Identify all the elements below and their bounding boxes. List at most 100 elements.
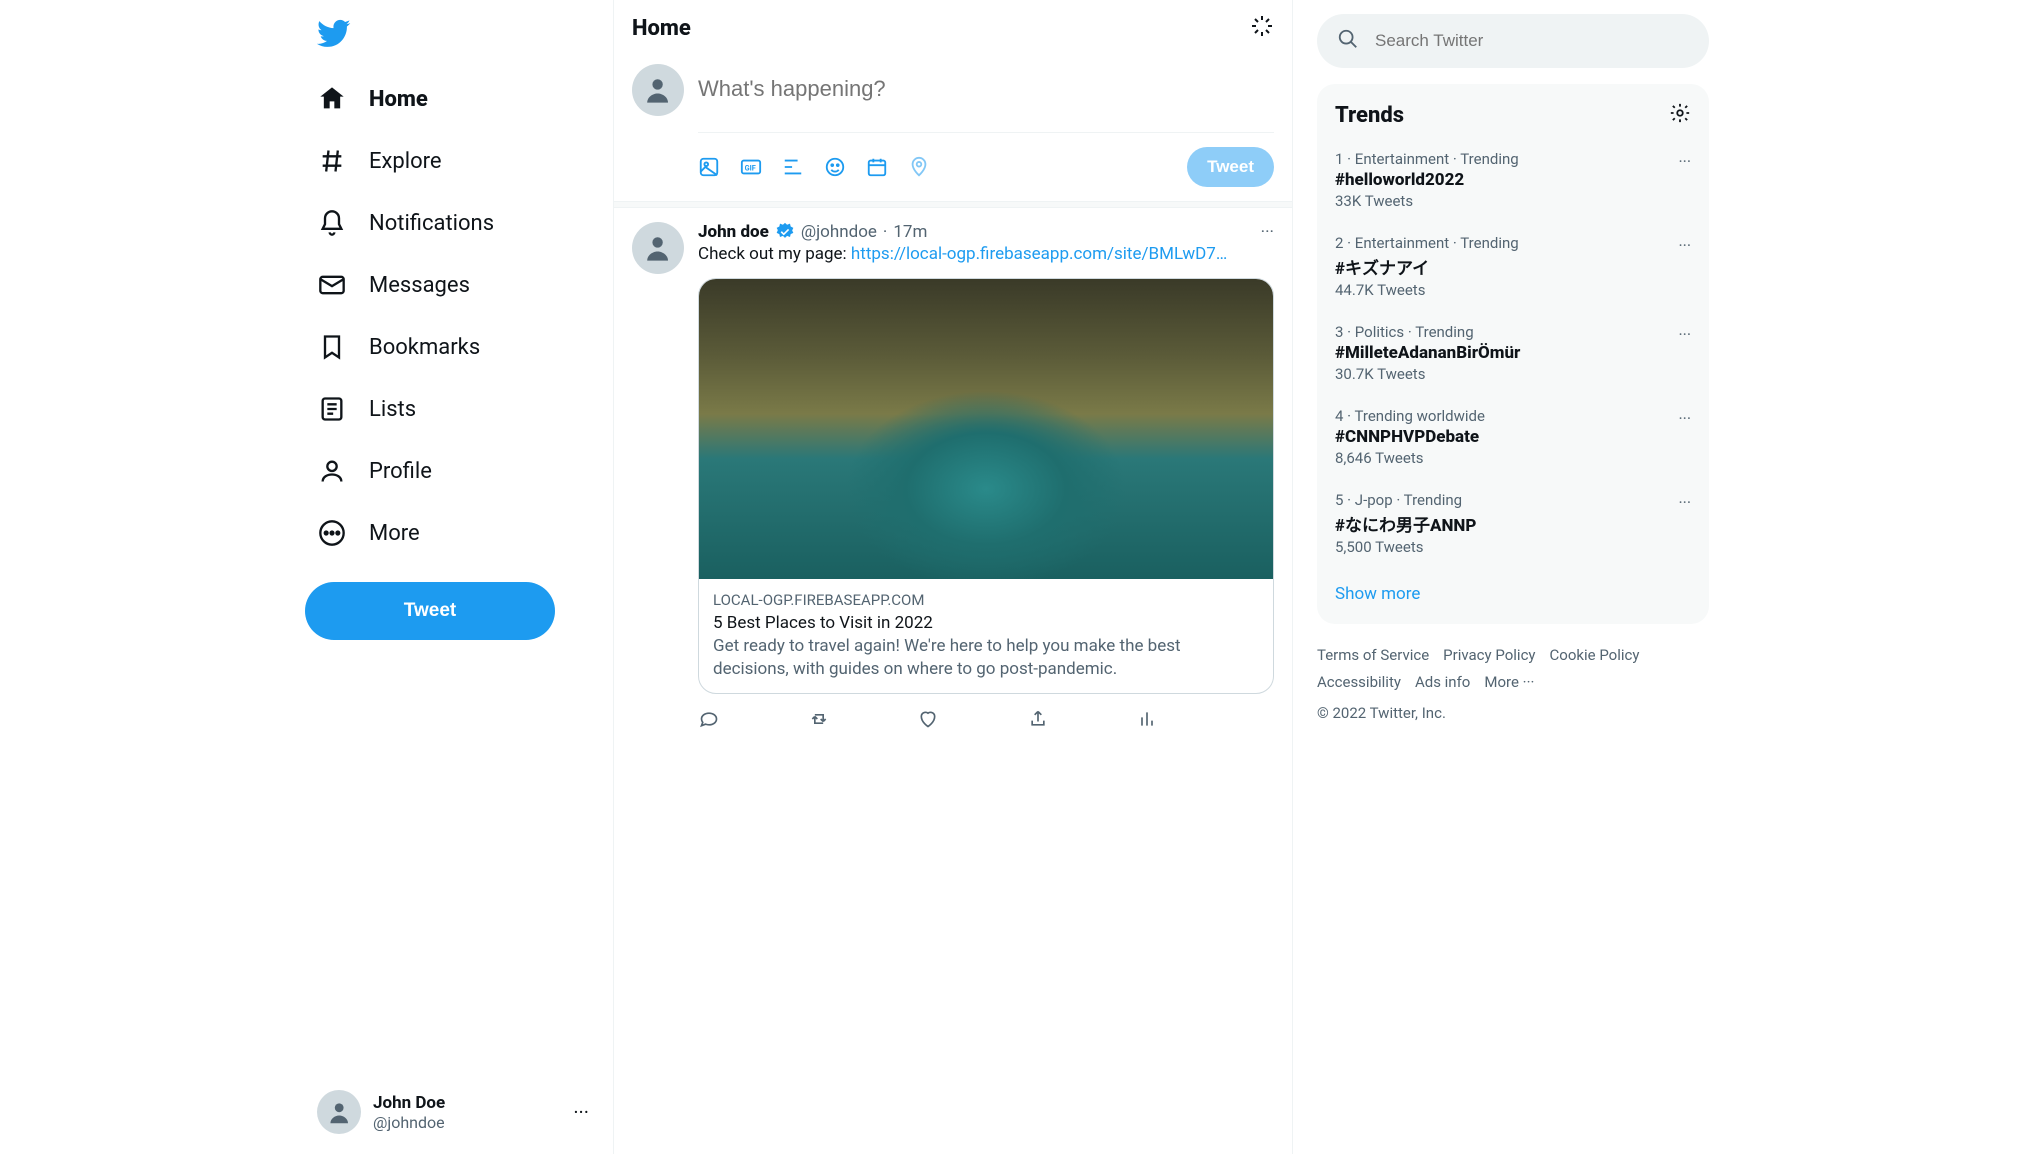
tweet-time-sep: · — [883, 222, 887, 242]
sparkle-icon[interactable] — [1250, 14, 1274, 42]
composer-tweet-button[interactable]: Tweet — [1187, 147, 1274, 187]
gear-icon[interactable] — [1669, 102, 1691, 128]
search-box[interactable] — [1317, 14, 1709, 68]
account-switcher[interactable]: John Doe @johndoe ··· — [305, 1078, 601, 1146]
nav-profile[interactable]: Profile — [305, 442, 601, 500]
image-icon[interactable] — [698, 156, 720, 178]
main-header: Home — [614, 0, 1292, 56]
person-icon — [317, 456, 347, 486]
compose-tweet-button[interactable]: Tweet — [305, 582, 555, 640]
tweet-author[interactable]: John doe — [698, 222, 769, 242]
tweet-link[interactable]: https://local-ogp.firebaseapp.com/site/B… — [851, 244, 1227, 264]
trend-count: 44.7K Tweets — [1335, 281, 1691, 299]
page-title: Home — [632, 16, 691, 41]
footer-link[interactable]: Ads info — [1415, 669, 1470, 696]
trend-more-icon[interactable]: ··· — [1678, 152, 1691, 171]
left-sidebar: Home Explore Notifications Messages Book… — [293, 0, 613, 1154]
main-column: Home GIF Tweet — [613, 0, 1293, 1154]
trend-more-icon[interactable]: ··· — [1678, 325, 1691, 344]
trend-more-icon[interactable]: ··· — [1678, 409, 1691, 428]
card-title: 5 Best Places to Visit in 2022 — [713, 613, 1259, 633]
location-icon[interactable] — [908, 156, 930, 178]
like-icon[interactable] — [917, 708, 939, 730]
twitter-logo[interactable] — [305, 8, 601, 70]
avatar — [317, 1090, 361, 1134]
account-display-name: John Doe — [373, 1093, 445, 1113]
composer-input[interactable] — [698, 64, 1274, 132]
verified-badge-icon — [775, 222, 795, 242]
bookmark-icon — [317, 332, 347, 362]
trend-tag: #CNNPHVPDebate — [1335, 427, 1691, 447]
trend-meta: 5 · J-pop · Trending — [1335, 491, 1691, 509]
footer-copyright: © 2022 Twitter, Inc. — [1317, 700, 1446, 727]
footer-link[interactable]: Terms of Service — [1317, 642, 1429, 669]
trend-count: 30.7K Tweets — [1335, 365, 1691, 383]
emoji-icon[interactable] — [824, 156, 846, 178]
trend-count: 5,500 Tweets — [1335, 538, 1691, 556]
trend-item[interactable]: 5 · J-pop · Trending #なにわ男子ANNP 5,500 Twee… — [1317, 479, 1709, 568]
nav-notifications[interactable]: Notifications — [305, 194, 601, 252]
trend-item[interactable]: 3 · Politics · Trending #MilleteAdananBir… — [1317, 311, 1709, 395]
footer-link[interactable]: Accessibility — [1317, 669, 1401, 696]
nav-home[interactable]: Home — [305, 70, 601, 128]
footer-link[interactable]: Cookie Policy — [1550, 642, 1640, 669]
nav-explore-label: Explore — [369, 149, 442, 174]
trends-panel: Trends 1 · Entertainment · Trending#hell… — [1317, 84, 1709, 624]
trend-tag: #MilleteAdananBirÖmür — [1335, 343, 1691, 363]
trend-item[interactable]: 2 · Entertainment · Trending #キズナアイ 44.7K … — [1317, 222, 1709, 311]
tweet-actions — [698, 708, 1158, 730]
right-sidebar: Trends 1 · Entertainment · Trending#hell… — [1293, 0, 1733, 1154]
primary-nav: Home Explore Notifications Messages Book… — [305, 70, 601, 562]
search-icon — [1337, 28, 1359, 54]
nav-home-label: Home — [369, 87, 428, 112]
tweet[interactable]: John doe @johndoe · 17m ··· Check out my… — [614, 208, 1292, 744]
trend-more-icon[interactable]: ··· — [1678, 493, 1691, 512]
link-card[interactable]: LOCAL-OGP.FIREBASEAPP.COM 5 Best Places … — [698, 278, 1274, 694]
tweet-avatar[interactable] — [632, 222, 684, 274]
trend-tag: #なにわ男子ANNP — [1335, 511, 1691, 536]
footer-link[interactable]: Privacy Policy — [1443, 642, 1535, 669]
tweet-composer: GIF Tweet — [614, 56, 1292, 202]
trends-show-more[interactable]: Show more — [1317, 568, 1709, 620]
search-input[interactable] — [1375, 31, 1689, 51]
nav-explore[interactable]: Explore — [305, 132, 601, 190]
tweet-more-icon[interactable]: ··· — [1261, 222, 1274, 242]
card-description: Get ready to travel again! We're here to… — [713, 635, 1259, 681]
list-icon — [317, 394, 347, 424]
tweet-text: Check out my page: https://local-ogp.fir… — [698, 244, 1274, 264]
trend-more-icon[interactable]: ··· — [1678, 236, 1691, 255]
schedule-icon[interactable] — [866, 156, 888, 178]
envelope-icon — [317, 270, 347, 300]
retweet-icon[interactable] — [808, 708, 830, 730]
trend-meta: 3 · Politics · Trending — [1335, 323, 1691, 341]
trend-meta: 2 · Entertainment · Trending — [1335, 234, 1691, 252]
poll-icon[interactable] — [782, 156, 804, 178]
tweet-timestamp[interactable]: 17m — [893, 222, 927, 242]
trend-tag: #キズナアイ — [1335, 254, 1691, 279]
analytics-icon[interactable] — [1136, 708, 1158, 730]
trends-title: Trends — [1335, 103, 1404, 128]
card-image — [699, 279, 1273, 579]
nav-more[interactable]: More — [305, 504, 601, 562]
card-domain: LOCAL-OGP.FIREBASEAPP.COM — [713, 591, 1259, 609]
hashtag-icon — [317, 146, 347, 176]
gif-icon[interactable]: GIF — [740, 156, 762, 178]
nav-notifications-label: Notifications — [369, 211, 494, 236]
trend-item[interactable]: 1 · Entertainment · Trending#helloworld2… — [1317, 138, 1709, 222]
trend-item[interactable]: 4 · Trending worldwide#CNNPHVPDebate8,64… — [1317, 395, 1709, 479]
trend-count: 33K Tweets — [1335, 192, 1691, 210]
nav-bookmarks-label: Bookmarks — [369, 335, 480, 360]
tweet-handle[interactable]: @johndoe — [801, 222, 877, 242]
footer: Terms of Service Privacy Policy Cookie Pol… — [1317, 642, 1709, 727]
footer-link[interactable]: More ··· — [1484, 669, 1534, 696]
nav-profile-label: Profile — [369, 459, 432, 484]
nav-lists[interactable]: Lists — [305, 380, 601, 438]
bell-icon — [317, 208, 347, 238]
more-circle-icon — [317, 518, 347, 548]
home-icon — [317, 84, 347, 114]
trend-meta: 1 · Entertainment · Trending — [1335, 150, 1691, 168]
nav-bookmarks[interactable]: Bookmarks — [305, 318, 601, 376]
nav-messages[interactable]: Messages — [305, 256, 601, 314]
reply-icon[interactable] — [698, 708, 720, 730]
share-icon[interactable] — [1027, 708, 1049, 730]
